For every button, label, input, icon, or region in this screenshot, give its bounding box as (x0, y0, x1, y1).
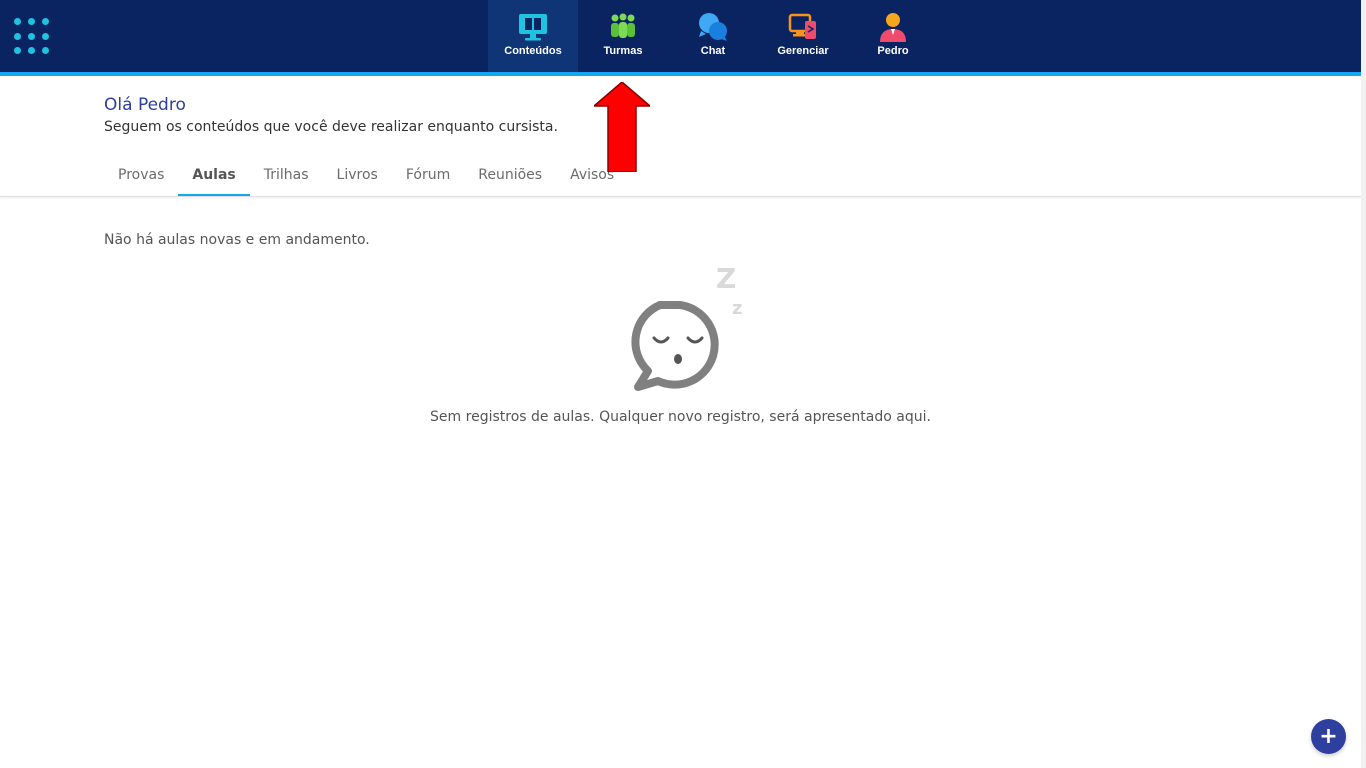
page-header: Olá Pedro Seguem os conteúdos que você d… (104, 95, 558, 135)
plus-icon: + (1319, 724, 1338, 749)
tab-provas[interactable]: Provas (104, 160, 178, 197)
page-scrollbar[interactable] (1361, 0, 1366, 768)
red-arrow-annotation (594, 82, 650, 172)
tab-livros[interactable]: Livros (323, 160, 392, 197)
tabs-divider (0, 196, 1361, 197)
empty-state-message: Sem registros de aulas. Qualquer novo re… (430, 409, 931, 425)
content-tabs: Provas Aulas Trilhas Livros Fórum Reuniõ… (104, 160, 628, 197)
nav-label: Turmas (603, 45, 643, 57)
nav-label: Conteúdos (504, 45, 562, 57)
sleeping-chat-bubble-icon: Z z (631, 262, 742, 391)
nav-item-turmas[interactable]: Turmas (578, 0, 668, 72)
nav-label: Gerenciar (777, 45, 829, 57)
people-group-icon (611, 13, 635, 38)
tab-reunioes[interactable]: Reuniões (464, 160, 556, 197)
empty-note: Não há aulas novas e em andamento. (104, 232, 370, 248)
nav-item-chat[interactable]: Chat (668, 0, 758, 72)
nav-item-profile[interactable]: Pedro (848, 0, 938, 72)
manage-devices-icon (788, 13, 816, 39)
add-button[interactable]: + (1311, 719, 1346, 754)
greeting-user-name: Pedro (137, 95, 186, 115)
user-avatar-icon (880, 13, 906, 42)
tab-trilhas[interactable]: Trilhas (250, 160, 323, 197)
greeting: Olá Pedro (104, 95, 558, 115)
monitor-book-icon (519, 14, 547, 41)
nav-label: Chat (700, 45, 726, 57)
page-subtitle: Seguem os conteúdos que você deve realiz… (104, 119, 558, 135)
main-nav: Conteúdos Turmas Chat Gerenciar Pedro (488, 0, 938, 72)
apps-grid-icon (14, 18, 21, 25)
greeting-text: Olá (104, 95, 133, 115)
nav-label: Pedro (877, 45, 909, 57)
chat-bubbles-icon (699, 13, 727, 41)
nav-item-gerenciar[interactable]: Gerenciar (758, 0, 848, 72)
top-navbar: Conteúdos Turmas Chat Gerenciar Pedro (0, 0, 1361, 72)
sleep-letter-large: Z (716, 262, 736, 295)
navbar-accent-line (0, 72, 1361, 76)
tab-forum[interactable]: Fórum (392, 160, 464, 197)
apps-grid-button[interactable] (14, 18, 52, 56)
nav-item-conteudos[interactable]: Conteúdos (488, 0, 578, 72)
tab-aulas[interactable]: Aulas (178, 160, 250, 197)
sleep-letter-small: z (732, 298, 742, 319)
